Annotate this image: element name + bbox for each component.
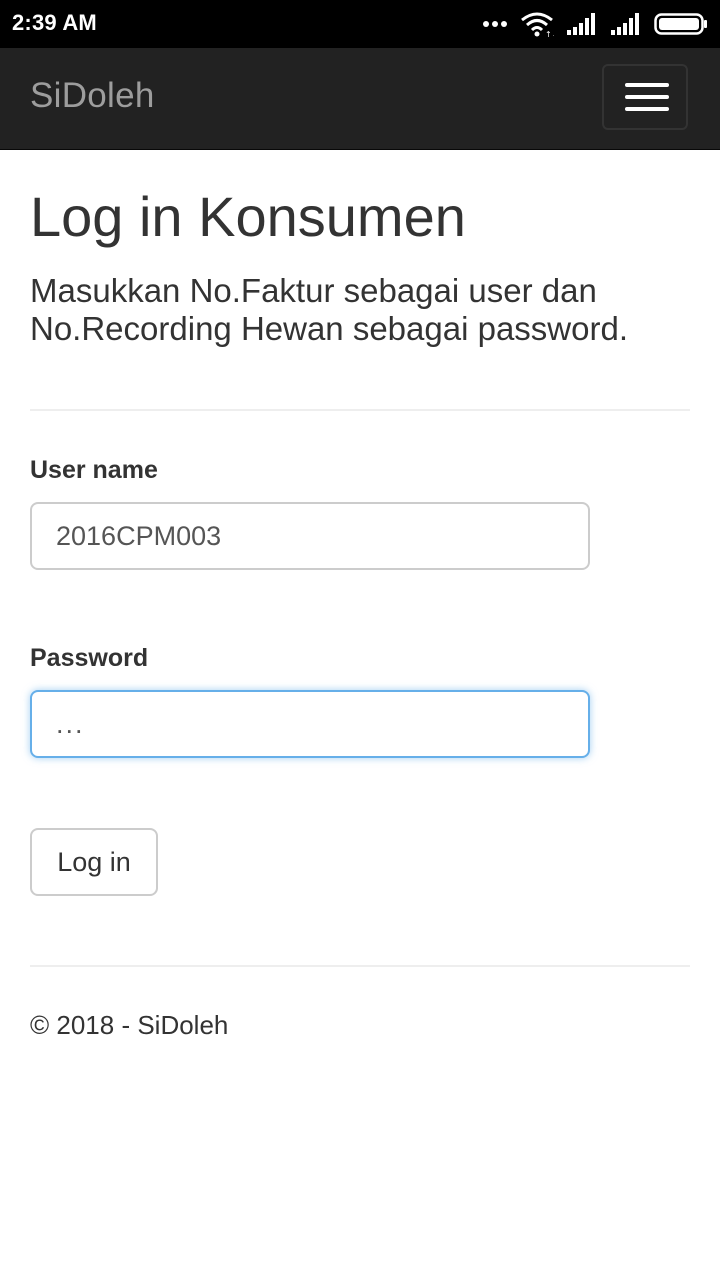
hamburger-bar — [625, 95, 669, 99]
signal-icon — [611, 13, 639, 35]
wifi-icon: ↑↓ — [521, 12, 554, 37]
username-input[interactable] — [30, 502, 590, 570]
login-button[interactable]: Log in — [30, 828, 158, 896]
status-bar: 2:39 AM ↑↓ — [0, 0, 720, 48]
menu-toggle-button[interactable] — [602, 64, 688, 130]
login-instructions: Masukkan No.Faktur sebagai user dan No.R… — [30, 272, 628, 347]
divider — [30, 965, 690, 967]
status-time: 2:39 AM — [12, 10, 97, 35]
more-dots-icon — [483, 21, 507, 27]
hamburger-menu-icon — [625, 83, 669, 87]
brand-link[interactable]: SiDoleh — [30, 76, 155, 116]
navbar: SiDoleh — [0, 48, 720, 150]
password-input[interactable] — [30, 690, 590, 758]
page-title: Log in Konsumen — [30, 185, 466, 248]
divider — [30, 409, 690, 411]
status-icons: ↑↓ — [482, 10, 708, 38]
username-label: User name — [30, 456, 158, 484]
svg-text:↑↓: ↑↓ — [545, 30, 554, 37]
password-label: Password — [30, 644, 149, 672]
hamburger-bar — [625, 107, 669, 111]
footer-copyright: © 2018 - SiDoleh — [30, 1010, 229, 1040]
battery-icon — [654, 13, 707, 35]
signal-icon — [567, 13, 595, 35]
